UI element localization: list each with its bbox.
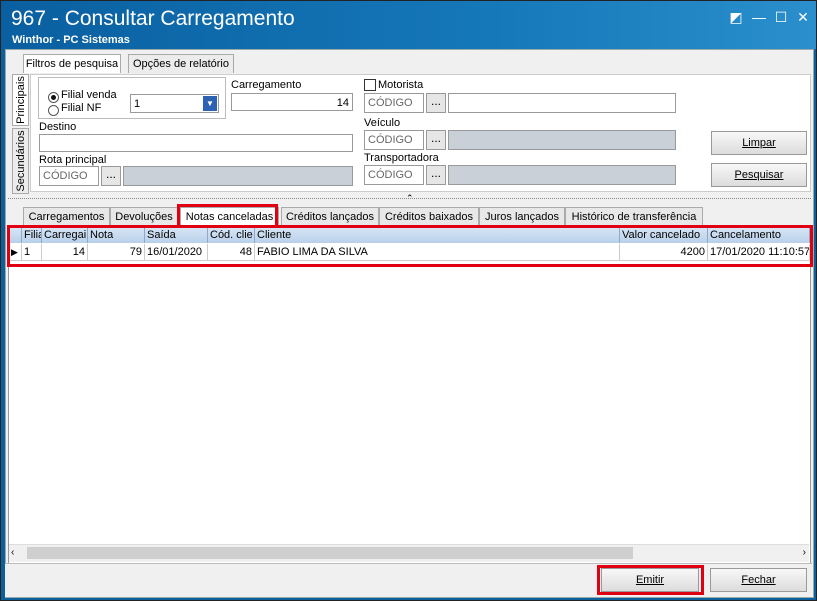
main-window: 967 - Consultar Carregamento Winthor - P… bbox=[0, 0, 817, 601]
maximize-button[interactable]: ☐ bbox=[772, 9, 790, 25]
motorista-code-input[interactable]: CÓDIGO bbox=[364, 93, 424, 113]
side-tab-principais-label: Principais bbox=[14, 76, 27, 124]
motorista-name-field bbox=[448, 93, 676, 113]
tab-creditos-lancados[interactable]: Créditos lançados bbox=[281, 207, 379, 226]
highlight-grid-row bbox=[7, 225, 813, 267]
transportadora-name-field bbox=[448, 165, 676, 185]
pesquisar-button[interactable]: Pesquisar bbox=[711, 163, 807, 187]
motorista-lookup-button[interactable]: ... bbox=[426, 93, 446, 113]
scroll-left-icon[interactable]: ‹ bbox=[11, 547, 14, 558]
rota-code-input[interactable]: CÓDIGO bbox=[39, 166, 99, 186]
minimize-button[interactable]: — bbox=[750, 9, 768, 25]
tab-filtros-de-pesquisa[interactable]: Filtros de pesquisa bbox=[23, 54, 121, 73]
tab-carregamentos[interactable]: Carregamentos bbox=[23, 207, 110, 226]
highlight-emitir bbox=[597, 565, 704, 595]
chevron-up-icon[interactable]: ⌃ bbox=[406, 193, 414, 204]
destino-input[interactable] bbox=[39, 134, 353, 152]
close-button[interactable]: ✕ bbox=[794, 9, 812, 25]
rota-principal-label: Rota principal bbox=[39, 154, 107, 166]
window-title: 967 - Consultar Carregamento bbox=[11, 7, 295, 30]
window-subtitle: Winthor - PC Sistemas bbox=[12, 34, 130, 46]
filial-select-value: 1 bbox=[134, 98, 141, 110]
filial-venda-radio[interactable] bbox=[48, 92, 59, 103]
transportadora-label: Transportadora bbox=[364, 152, 439, 164]
fechar-button-label: Fechar bbox=[741, 574, 776, 586]
filial-nf-radio[interactable] bbox=[48, 105, 59, 116]
limpar-button-label: Limpar bbox=[742, 137, 776, 149]
side-tab-secundarios[interactable]: Secundários bbox=[12, 128, 29, 194]
scroll-right-icon[interactable]: › bbox=[803, 547, 806, 558]
filial-venda-label: Filial venda bbox=[61, 89, 117, 101]
side-tab-principais[interactable]: Principais bbox=[12, 74, 29, 126]
veiculo-lookup-button[interactable]: ... bbox=[426, 130, 446, 150]
title-bar[interactable]: 967 - Consultar Carregamento Winthor - P… bbox=[1, 1, 816, 49]
carregamento-input[interactable]: 14 bbox=[231, 93, 353, 111]
scroll-thumb[interactable] bbox=[27, 547, 633, 559]
side-tab-secundarios-label: Secundários bbox=[14, 130, 27, 192]
limpar-button[interactable]: Limpar bbox=[711, 131, 807, 155]
filial-nf-label: Filial NF bbox=[61, 102, 102, 114]
restore-icon[interactable]: ◩ bbox=[727, 9, 745, 25]
transportadora-code-input[interactable]: CÓDIGO bbox=[364, 165, 424, 185]
tab-juros-lancados[interactable]: Juros lançados bbox=[479, 207, 565, 226]
horizontal-scrollbar[interactable]: ‹ › bbox=[9, 544, 809, 562]
tab-historico-de-transferencia[interactable]: Histórico de transferência bbox=[565, 207, 703, 226]
transportadora-lookup-button[interactable]: ... bbox=[426, 165, 446, 185]
veiculo-name-field bbox=[448, 130, 676, 150]
filters-panel: Filial venda Filial NF 1 ▼ Carregamento … bbox=[30, 74, 811, 192]
tab-creditos-baixados[interactable]: Créditos baixados bbox=[379, 207, 479, 226]
fechar-button[interactable]: Fechar bbox=[710, 568, 807, 592]
motorista-checkbox[interactable] bbox=[364, 79, 376, 91]
rota-name-field bbox=[123, 166, 353, 186]
veiculo-label: Veículo bbox=[364, 117, 401, 129]
pesquisar-button-label: Pesquisar bbox=[734, 169, 784, 181]
destino-label: Destino bbox=[39, 121, 77, 133]
motorista-label: Motorista bbox=[378, 79, 424, 91]
chevron-down-icon[interactable]: ▼ bbox=[203, 96, 217, 111]
veiculo-code-input[interactable]: CÓDIGO bbox=[364, 130, 424, 150]
tab-devolucoes[interactable]: Devoluções bbox=[110, 207, 178, 226]
rota-lookup-button[interactable]: ... bbox=[101, 166, 121, 186]
results-grid[interactable]: Filia Carregai Nota Saída Cód. clie Clie… bbox=[8, 226, 811, 565]
filial-select[interactable]: 1 ▼ bbox=[130, 94, 219, 113]
tab-opcoes-de-relatorio[interactable]: Opções de relatório bbox=[128, 54, 234, 73]
carregamento-label: Carregamento bbox=[231, 79, 302, 91]
